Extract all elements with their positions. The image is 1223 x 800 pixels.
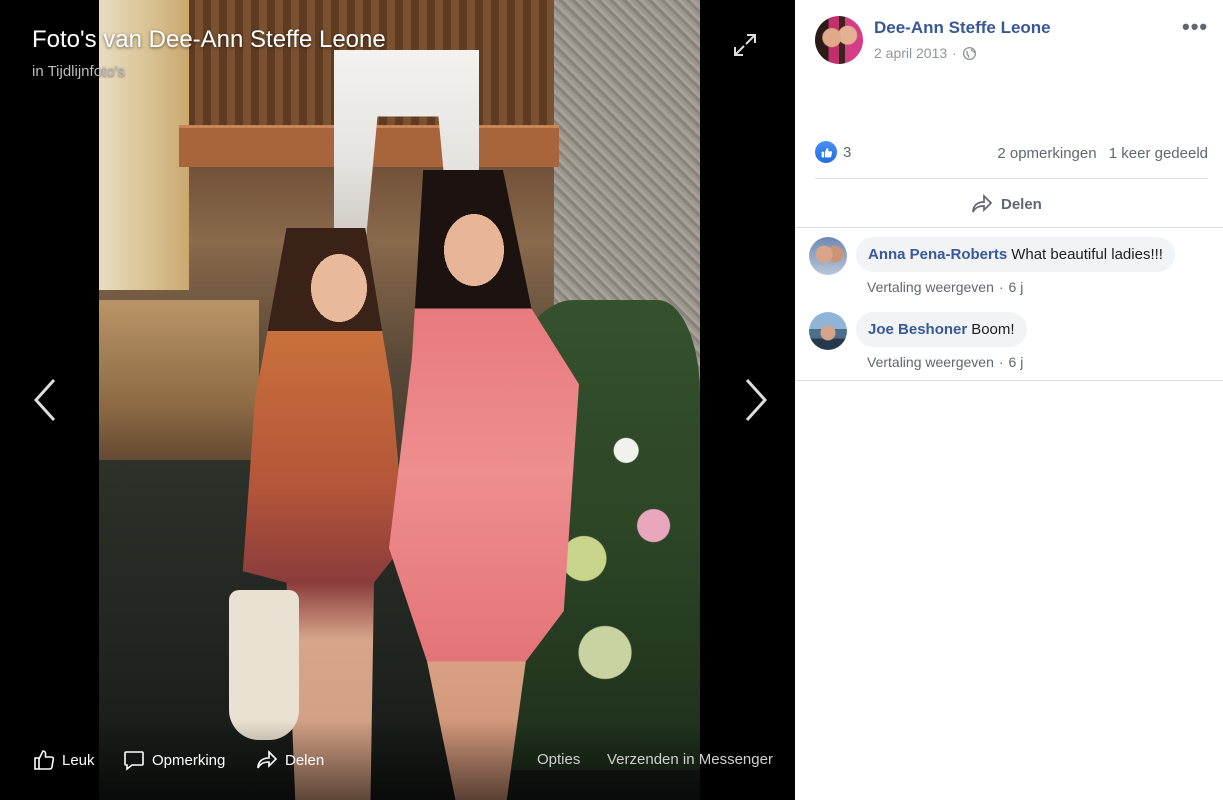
chevron-left-icon[interactable]	[26, 370, 66, 430]
thumbs-up-icon	[34, 750, 55, 770]
comments-count[interactable]: 2 opmerkingen	[997, 145, 1096, 162]
post-date-text[interactable]: 2 april 2013	[874, 45, 947, 61]
options-button[interactable]: Opties	[537, 751, 580, 768]
comment-text: Boom!	[971, 321, 1015, 338]
comment-time[interactable]: 6 j	[1009, 279, 1024, 295]
comment-icon	[124, 751, 144, 771]
more-options-icon[interactable]: •••	[1182, 14, 1208, 40]
post-date: 2 april 2013 ·	[874, 45, 977, 61]
post-share-label: Delen	[1001, 195, 1042, 213]
comment-bubble: Anna Pena-Roberts What beautiful ladies!!…	[856, 237, 1175, 272]
comment-meta: Vertaling weergeven · 6 j	[867, 354, 1023, 370]
reactions-count: 3	[843, 143, 852, 161]
show-translation-link[interactable]: Vertaling weergeven	[867, 354, 994, 370]
chevron-right-icon[interactable]	[735, 370, 775, 430]
share-icon	[257, 750, 278, 769]
photo-viewer: Foto's van Dee-Ann Steffe Leone in Tijdl…	[0, 0, 795, 800]
comment-text: What beautiful ladies!!!	[1011, 246, 1163, 263]
expand-icon[interactable]	[732, 32, 758, 58]
divider	[795, 227, 1223, 228]
comment-meta: Vertaling weergeven · 6 j	[867, 279, 1023, 295]
like-label: Leuk	[62, 751, 95, 769]
comment-label: Opmerking	[152, 751, 226, 769]
like-reaction-icon	[815, 141, 837, 163]
reactions-summary[interactable]: 3	[815, 141, 851, 163]
meta-separator: ·	[998, 279, 1004, 295]
photo-bag	[229, 590, 299, 740]
comment-time[interactable]: 6 j	[1009, 354, 1024, 370]
share-button[interactable]: Delen	[255, 748, 324, 772]
avatar[interactable]	[809, 312, 847, 350]
globe-icon[interactable]	[962, 46, 977, 61]
comment-bubble: Joe Beshoner Boom!	[856, 312, 1027, 347]
photo[interactable]	[99, 0, 700, 800]
photo-altar	[99, 300, 259, 470]
like-button[interactable]: Leuk	[32, 748, 95, 772]
comment-button[interactable]: Opmerking	[122, 748, 225, 772]
comment-author[interactable]: Joe Beshoner	[868, 321, 967, 338]
show-translation-link[interactable]: Vertaling weergeven	[867, 279, 994, 295]
post-stats: 2 opmerkingen 1 keer gedeeld	[997, 145, 1208, 162]
post-author[interactable]: Dee-Ann Steffe Leone	[874, 18, 1051, 38]
comment-author[interactable]: Anna Pena-Roberts	[868, 246, 1007, 263]
avatar[interactable]	[815, 16, 863, 64]
viewer-title[interactable]: Foto's van Dee-Ann Steffe Leone	[32, 26, 386, 54]
post-side-panel: Dee-Ann Steffe Leone 2 april 2013 · ••• …	[795, 0, 1223, 800]
divider	[815, 178, 1208, 179]
shares-count[interactable]: 1 keer gedeeld	[1109, 145, 1208, 162]
meta-separator: ·	[998, 354, 1004, 370]
share-label: Delen	[285, 751, 325, 769]
divider	[795, 380, 1223, 381]
post-share-button[interactable]: Delen	[970, 192, 1042, 216]
avatar[interactable]	[809, 237, 847, 275]
viewer-album-link[interactable]: in Tijdlijnfoto's	[32, 63, 125, 80]
date-separator: ·	[952, 45, 957, 61]
send-in-messenger-button[interactable]: Verzenden in Messenger	[607, 751, 773, 768]
share-icon	[972, 193, 993, 213]
